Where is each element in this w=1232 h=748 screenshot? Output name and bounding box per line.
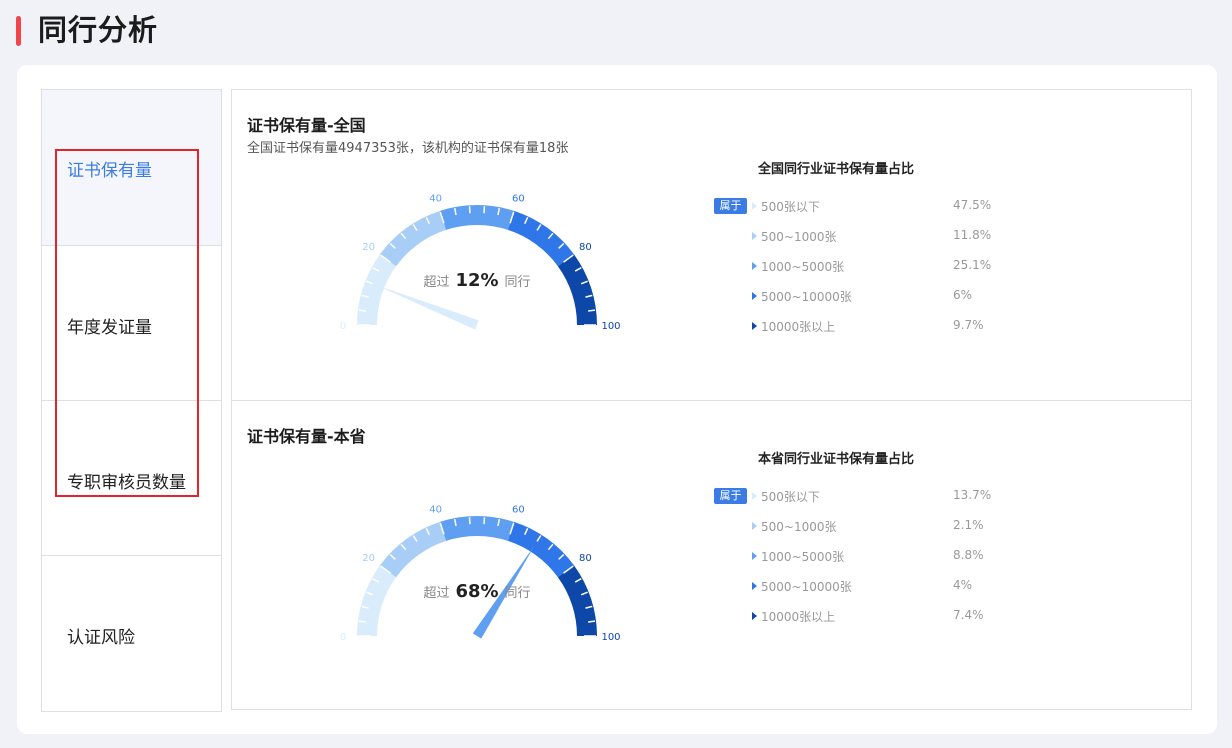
tab-certificate-holdings[interactable]: 证书保有量 — [42, 90, 221, 245]
distribution-row: 属于 500张以下 47.5% — [712, 193, 1012, 223]
triangle-marker-icon — [752, 202, 757, 210]
gauge-scale-label: 40 — [429, 194, 442, 205]
triangle-marker-icon — [752, 322, 757, 330]
gauge-prefix: 超过 — [423, 586, 450, 601]
panel-subtitle: 全国证书保有量4947353张，该机构的证书保有量18张 — [247, 141, 569, 156]
gauge-scale-label: 0 — [340, 321, 346, 332]
gauge-band — [379, 521, 447, 578]
gauge-needle — [376, 285, 479, 330]
triangle-marker-icon — [752, 522, 757, 530]
row-label: 1000~5000张 — [761, 550, 845, 564]
gauge-scale-label: 80 — [579, 242, 592, 253]
triangle-marker-icon — [752, 612, 757, 620]
gauge-scale-label: 100 — [601, 632, 620, 643]
gauge-scale-label: 80 — [579, 553, 592, 564]
triangle-marker-icon — [752, 232, 757, 240]
gauge-band — [439, 205, 515, 230]
gauge-readout: 超过 12% 同行 — [377, 270, 577, 291]
page-header: 同行分析 — [0, 0, 1232, 62]
row-label: 500~1000张 — [761, 520, 837, 534]
gauge-scale-label: 20 — [362, 242, 375, 253]
gauge-chart: 0 20 40 60 80 100 — [340, 194, 621, 332]
gauge-band — [439, 516, 515, 541]
row-label: 500张以下 — [761, 490, 820, 504]
distribution-row: 10000张以上 9.7% — [712, 313, 1012, 343]
distribution-row: 500~1000张 11.8% — [712, 223, 1012, 253]
distribution-row: 5000~10000张 4% — [712, 573, 1012, 603]
row-label: 5000~10000张 — [761, 580, 852, 594]
row-value: 8.8% — [953, 548, 984, 562]
row-label: 500张以下 — [761, 200, 820, 214]
distribution-row: 10000张以上 7.4% — [712, 603, 1012, 633]
panel-title: 证书保有量-全国 — [247, 116, 366, 135]
distribution-row: 1000~5000张 25.1% — [712, 253, 1012, 283]
row-value: 11.8% — [953, 228, 992, 242]
row-label: 10000张以上 — [761, 320, 836, 334]
row-value: 25.1% — [953, 258, 992, 272]
gauge-suffix: 同行 — [504, 586, 531, 601]
belongs-badge: 属于 — [714, 198, 747, 214]
gauge-scale-label: 40 — [429, 505, 442, 516]
page-title: 同行分析 — [38, 13, 159, 47]
gauge-band — [507, 210, 575, 267]
gauge-value: 68% — [455, 581, 499, 602]
gauge-tick — [588, 309, 596, 312]
distribution-title: 全国同行业证书保有量占比 — [758, 162, 915, 177]
row-label: 500~1000张 — [761, 230, 837, 244]
triangle-marker-icon — [752, 292, 757, 300]
content-area: 证书保有量-全国 全国证书保有量4947353张，该机构的证书保有量18张 0 2… — [231, 89, 1192, 710]
panel-title: 证书保有量-本省 — [247, 427, 366, 446]
gauge-scale-label: 20 — [362, 553, 375, 564]
gauge-scale-label: 0 — [340, 632, 346, 643]
row-value: 9.7% — [953, 318, 984, 332]
gauge-band — [507, 521, 575, 578]
triangle-marker-icon — [752, 582, 757, 590]
belongs-badge: 属于 — [714, 488, 747, 504]
distribution-row: 500~1000张 2.1% — [712, 513, 1012, 543]
gauge-tick — [588, 620, 596, 623]
row-label: 10000张以上 — [761, 610, 836, 624]
gauge-prefix: 超过 — [423, 275, 450, 290]
gauge-tick — [358, 620, 366, 623]
panel-provincial: 证书保有量-本省 0 20 40 60 80 100 超过 68% 同行 本省同行业证书保有量… — [232, 400, 1191, 711]
triangle-marker-icon — [752, 262, 757, 270]
gauge-band — [379, 210, 447, 267]
row-value: 7.4% — [953, 608, 984, 622]
tab-label: 证书保有量 — [67, 161, 152, 181]
triangle-marker-icon — [752, 492, 757, 500]
title-accent-bar — [16, 16, 21, 46]
row-value: 2.1% — [953, 518, 984, 532]
row-value: 4% — [953, 578, 973, 592]
gauge-readout: 超过 68% 同行 — [377, 581, 577, 602]
triangle-marker-icon — [752, 552, 757, 560]
distribution-row: 5000~10000张 6% — [712, 283, 1012, 313]
row-value: 47.5% — [953, 198, 992, 212]
distribution-row: 属于 500张以下 13.7% — [712, 483, 1012, 513]
tab-auditor-count[interactable]: 专职审核员数量 — [42, 400, 221, 555]
tab-annual-issuance[interactable]: 年度发证量 — [42, 245, 221, 400]
side-tabs: 证书保有量 年度发证量 专职审核员数量 认证风险 — [41, 89, 222, 712]
gauge-value: 12% — [455, 270, 499, 291]
tab-label: 年度发证量 — [67, 318, 152, 338]
gauge-tick — [358, 309, 366, 312]
tab-certification-risk[interactable]: 认证风险 — [42, 555, 221, 711]
distribution-row: 1000~5000张 8.8% — [712, 543, 1012, 573]
tab-label: 认证风险 — [67, 628, 135, 648]
tab-label: 专职审核员数量 — [67, 473, 186, 493]
row-value: 6% — [953, 288, 973, 302]
gauge-scale-label: 60 — [512, 505, 525, 516]
distribution-title: 本省同行业证书保有量占比 — [758, 452, 915, 467]
row-value: 13.7% — [953, 488, 992, 502]
row-label: 1000~5000张 — [761, 260, 845, 274]
gauge-suffix: 同行 — [504, 275, 531, 290]
row-label: 5000~10000张 — [761, 290, 852, 304]
gauge-scale-label: 100 — [601, 321, 620, 332]
gauge-scale-label: 60 — [512, 194, 525, 205]
gauge-chart: 0 20 40 60 80 100 — [340, 505, 621, 643]
panel-national: 证书保有量-全国 全国证书保有量4947353张，该机构的证书保有量18张 0 2… — [232, 90, 1191, 400]
